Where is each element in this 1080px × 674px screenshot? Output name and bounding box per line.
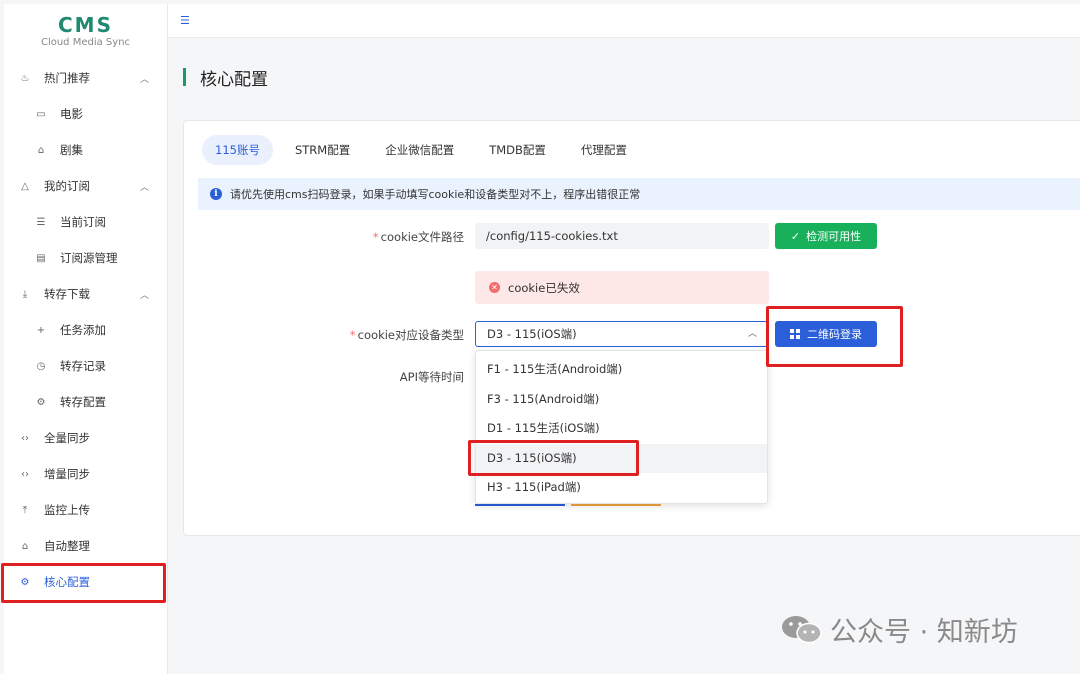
- cookie-path-label-text: cookie文件路径: [380, 230, 464, 244]
- sidebar-item-label: 自动整理: [44, 539, 90, 553]
- info-icon: i: [210, 188, 222, 200]
- sidebar-item-label: 转存下载: [44, 287, 90, 301]
- dropdown-option[interactable]: H3 - 115(iPad端): [476, 473, 767, 503]
- cookie-status-text: cookie已失效: [508, 280, 580, 295]
- sidebar-item-13[interactable]: ⌂ 自动整理: [4, 528, 167, 564]
- tab-1[interactable]: STRM配置: [282, 135, 363, 165]
- sidebar-item-label: 我的订阅: [44, 179, 90, 193]
- check-availability-button[interactable]: ✓ 检测可用性: [775, 223, 877, 249]
- list-icon: ☰: [36, 216, 46, 228]
- video-icon: ▭: [36, 108, 46, 120]
- device-type-dropdown: F1 - 115生活(Android端) F3 - 115(Android端) D1…: [475, 350, 768, 504]
- chevron-up-icon: ︿: [139, 74, 149, 85]
- tab-4[interactable]: 代理配置: [568, 135, 640, 165]
- fire-icon: ♨: [20, 72, 30, 84]
- sidebar-item-9[interactable]: ⚙ 转存配置: [4, 384, 167, 420]
- config-tabs: 115账号 STRM配置 企业微信配置 TMDB配置 代理配置: [202, 135, 649, 165]
- device-type-label-text: cookie对应设备类型: [357, 328, 464, 342]
- gear-icon: ⚙: [36, 396, 46, 408]
- sidebar-item-5[interactable]: ▤ 订阅源管理: [4, 240, 167, 276]
- sidebar-item-label: 全量同步: [44, 431, 90, 445]
- sidebar-item-label: 热门推荐: [44, 71, 90, 85]
- sidebar-item-8[interactable]: ◷ 转存记录: [4, 348, 167, 384]
- required-mark: *: [349, 328, 356, 342]
- chevron-up-icon: ︿: [747, 329, 757, 339]
- sidebar-item-12[interactable]: ⤒ 监控上传: [4, 492, 167, 528]
- sidebar-item-3[interactable]: △ 我的订阅 ︿: [4, 168, 167, 204]
- sidebar-item-2[interactable]: ⌂ 剧集: [4, 132, 167, 168]
- chevron-up-icon: ︿: [139, 182, 149, 193]
- history-icon: ◷: [36, 360, 46, 372]
- sidebar-item-label: 剧集: [60, 143, 83, 157]
- device-type-label: * cookie对应设备类型: [264, 327, 464, 343]
- sync-icon: ‹›: [21, 468, 29, 480]
- tab-2[interactable]: 企业微信配置: [372, 135, 467, 165]
- bell-icon: △: [21, 180, 29, 192]
- page-title: 核心配置: [200, 69, 268, 90]
- highlight-core-config: [1, 563, 166, 603]
- sidebar-item-11[interactable]: ‹› 增量同步: [4, 456, 167, 492]
- required-mark: *: [372, 230, 379, 244]
- sidebar-item-label: 转存配置: [60, 395, 106, 409]
- dropdown-option[interactable]: F3 - 115(Android端): [476, 385, 767, 415]
- title-accent-bar: [183, 68, 186, 86]
- tab-3[interactable]: TMDB配置: [476, 135, 559, 165]
- logo-subtitle: Cloud Media Sync: [40, 37, 131, 48]
- sidebar-item-4[interactable]: ☰ 当前订阅: [4, 204, 167, 240]
- watermark-text: 公众号 · 知新坊: [830, 616, 1018, 648]
- error-icon: ✕: [489, 282, 500, 293]
- device-type-value: D3 - 115(iOS端): [487, 327, 577, 341]
- sidebar-item-label: 任务添加: [60, 323, 106, 337]
- check-icon: ✓: [790, 229, 801, 243]
- menu-collapse-icon[interactable]: ☰: [180, 14, 190, 27]
- device-type-select[interactable]: D3 - 115(iOS端) ︿: [475, 321, 768, 347]
- dropdown-option[interactable]: F1 - 115生活(Android端): [476, 355, 767, 385]
- api-wait-label: API等待时间: [399, 370, 464, 384]
- check-button-label: 检测可用性: [806, 230, 862, 243]
- sidebar-item-10[interactable]: ‹› 全量同步: [4, 420, 167, 456]
- highlight-qr-login: [766, 306, 903, 367]
- sync-icon: ‹›: [21, 432, 29, 444]
- document-icon: ▤: [36, 252, 46, 264]
- sidebar-item-label: 转存记录: [60, 359, 106, 373]
- sidebar-item-label: 当前订阅: [60, 215, 106, 229]
- sidebar-item-label: 增量同步: [44, 467, 90, 481]
- page-header: 核心配置: [183, 66, 268, 90]
- sidebar-item-6[interactable]: ⤓ 转存下载 ︿: [4, 276, 167, 312]
- download-icon: ⤓: [22, 288, 28, 300]
- plus-icon: +: [36, 324, 46, 336]
- upload-icon: ⤒: [22, 504, 28, 516]
- cookie-path-label: * cookie文件路径: [264, 229, 464, 245]
- app-logo[interactable]: CMS Cloud Media Sync: [4, 4, 167, 60]
- cookie-path-input[interactable]: /config/115-cookies.txt: [475, 223, 769, 249]
- tab-0[interactable]: 115账号: [202, 135, 273, 165]
- watermark: 公众号 · 知新坊: [780, 612, 1018, 648]
- tv-icon: ⌂: [37, 144, 45, 156]
- wechat-icon: [782, 616, 822, 644]
- cookie-status-error: ✕ cookie已失效: [475, 271, 769, 304]
- sidebar-menu: ♨ 热门推荐 ︿ ▭ 电影 ⌂ 剧集 △ 我的订阅 ︿ ☰ 当前订阅 ▤ 订阅源管理 ⤓ 转存下载 ︿ + 任务添加…: [4, 60, 167, 600]
- sidebar-item-label: 订阅源管理: [60, 251, 118, 265]
- sidebar-item-label: 电影: [60, 107, 83, 121]
- info-alert: i 请优先使用cms扫码登录，如果手动填写cookie和设备类型对不上，程序出错…: [198, 178, 1080, 210]
- sidebar-item-7[interactable]: + 任务添加: [4, 312, 167, 348]
- highlight-d3-option: [468, 440, 639, 476]
- robot-icon: ⌂: [21, 540, 29, 552]
- logo-title: CMS: [58, 13, 113, 37]
- sidebar-item-label: 监控上传: [44, 503, 90, 517]
- top-bar: ☰: [168, 4, 1080, 38]
- chevron-up-icon: ︿: [139, 290, 149, 301]
- sidebar-item-0[interactable]: ♨ 热门推荐 ︿: [4, 60, 167, 96]
- alert-text: 请优先使用cms扫码登录，如果手动填写cookie和设备类型对不上，程序出错很正…: [230, 188, 641, 201]
- sidebar-item-1[interactable]: ▭ 电影: [4, 96, 167, 132]
